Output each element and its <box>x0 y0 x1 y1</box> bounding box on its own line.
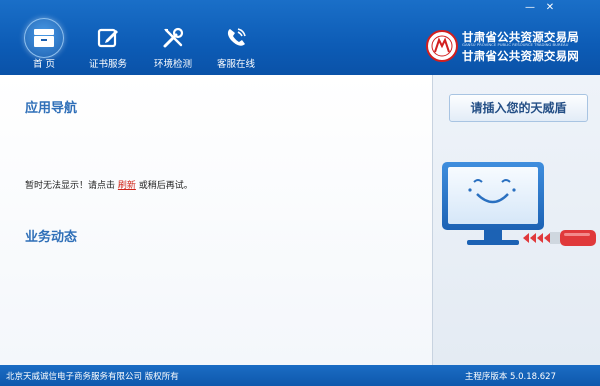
gansu-logo: 甘肃省公共资源交易局 GANSU PROVINCE PUBLIC RESOURC… <box>426 28 591 70</box>
logo-line-2: 甘肃省公共资源交易网 <box>462 49 579 63</box>
minimize-button[interactable]: — <box>520 2 540 14</box>
content-panel <box>0 75 433 365</box>
status-bar: 北京天威诚信电子商务服务有限公司 版权所有 主程序版本 5.0.18.627 <box>0 365 600 386</box>
app-navigation-title: 应用导航 <box>25 101 78 116</box>
version-text: 主程序版本 5.0.18.627 <box>464 372 556 382</box>
top-header: 首 页 证书服务 环境检测 客服在线 — ✕ 甘肃省公共资源交易局 GANSU … <box>0 0 600 75</box>
status-message: 暂时无法显示！请点击 刷新 或稍后再试。 <box>25 178 193 191</box>
nav-environment-check[interactable]: 环境检测 <box>145 18 201 74</box>
nav-customer-label: 客服在线 <box>216 59 255 70</box>
phone-icon <box>216 18 256 58</box>
certificate-edit-icon <box>88 18 128 58</box>
seal-logo-icon <box>426 30 458 62</box>
business-news-title: 业务动态 <box>25 230 78 245</box>
insert-usbkey-button[interactable]: 请插入您的天威盾 <box>449 94 588 122</box>
tools-icon <box>153 18 193 58</box>
home-drawer-icon <box>24 18 64 58</box>
copyright-text: 北京天威诚信电子商务服务有限公司 版权所有 <box>6 372 179 382</box>
message-before: 暂时无法显示！请点击 <box>25 181 116 191</box>
nav-environment-label: 环境检测 <box>153 59 192 70</box>
nav-home-label: 首 页 <box>32 59 56 70</box>
refresh-link[interactable]: 刷新 <box>118 181 136 191</box>
nav-customer-service[interactable]: 客服在线 <box>208 18 264 74</box>
nav-certificate-service[interactable]: 证书服务 <box>80 18 136 74</box>
nav-home[interactable]: 首 页 <box>16 18 72 74</box>
logo-english: GANSU PROVINCE PUBLIC RESOURCE TRADING B… <box>462 42 569 47</box>
nav-certificate-label: 证书服务 <box>88 59 127 70</box>
monitor-usb-illustration <box>440 162 600 254</box>
close-button[interactable]: ✕ <box>540 2 560 14</box>
message-after: 或稍后再试。 <box>138 181 193 191</box>
